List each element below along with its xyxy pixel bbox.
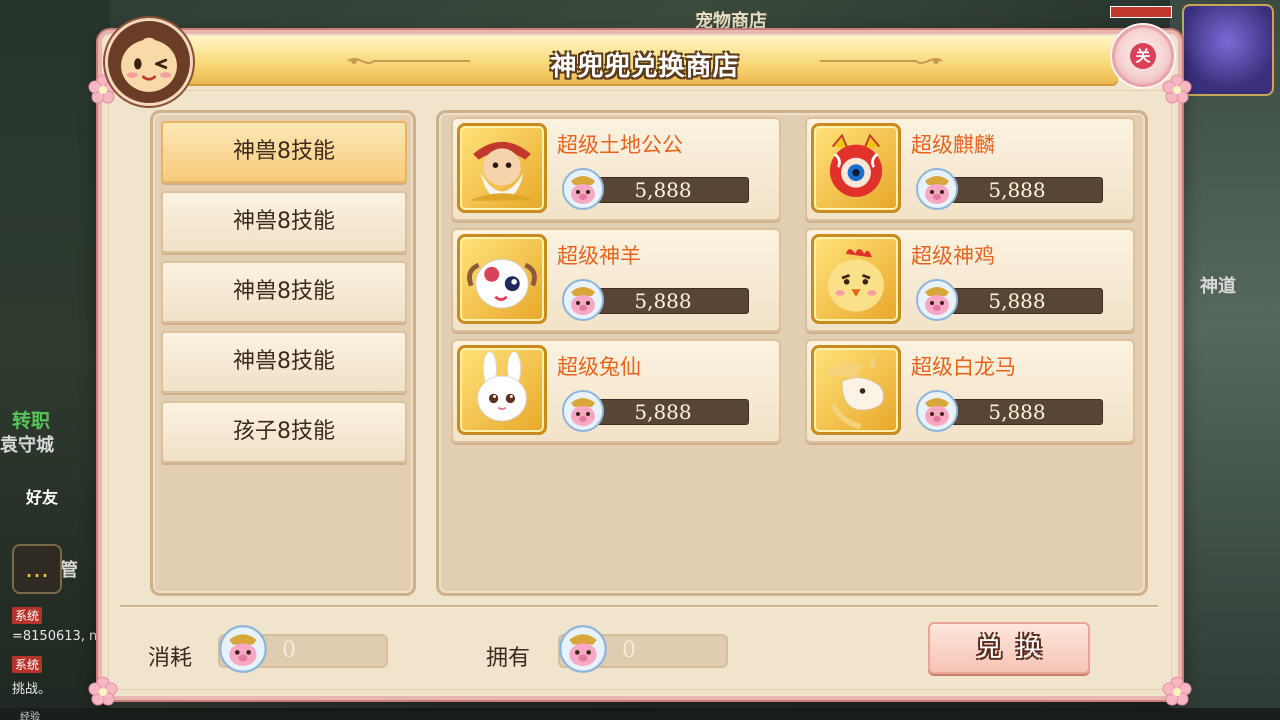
exchange-button[interactable]: 兑换	[928, 622, 1090, 674]
price-bar: 5,888	[937, 399, 1103, 425]
item-name: 超级白龙马	[911, 355, 1016, 379]
price-bar: 5,888	[583, 177, 749, 203]
exp-label: 经验	[20, 712, 40, 720]
blossom-icon	[88, 676, 118, 706]
title-ornament-icon	[820, 58, 943, 64]
player-portrait[interactable]	[1182, 4, 1274, 96]
items-panel: 超级土地公公 5,888 超级麒麟 5,888 超级神羊 5,888 超级神鸡 …	[436, 110, 1148, 596]
category-tab[interactable]: 神兽8技能	[161, 331, 407, 393]
rooster-icon	[811, 234, 901, 324]
item-price: 5,888	[988, 178, 1046, 202]
close-icon: 关	[1130, 43, 1156, 69]
item-name: 超级兔仙	[557, 355, 641, 379]
mascot-avatar	[105, 18, 193, 106]
category-panel: 神兽8技能 神兽8技能 神兽8技能 神兽8技能 孩子8技能	[150, 110, 416, 596]
exchange-shop-window: 神兜兜兑换商店 关 神兽8技能 神兽8技能 神兽8技能 神兽8技能 孩子8技能	[88, 18, 1192, 706]
item-card[interactable]: 超级土地公公 5,888	[451, 117, 781, 221]
item-name: 超级麒麟	[911, 133, 995, 157]
npc-name-label: 袁守城	[0, 435, 54, 456]
game-background-right	[1170, 0, 1280, 720]
own-value-box: 0	[558, 625, 728, 673]
category-tab[interactable]: 神兽8技能	[161, 191, 407, 253]
close-button[interactable]: 关	[1112, 25, 1174, 87]
pig-coin-icon	[916, 390, 958, 432]
item-card[interactable]: 超级神鸡 5,888	[805, 228, 1135, 332]
chat-challenge-line: 挑战。	[12, 682, 52, 697]
item-card[interactable]: 超级神羊 5,888	[451, 228, 781, 332]
item-name: 超级土地公公	[557, 133, 683, 157]
earth-god-icon	[457, 123, 547, 213]
qilin-icon	[811, 123, 901, 213]
window-title: 神兜兜兑换商店	[550, 52, 740, 82]
blossom-icon	[1162, 74, 1192, 104]
sheep-icon	[457, 234, 547, 324]
pig-coin-icon	[562, 168, 604, 210]
pig-coin-icon	[219, 625, 267, 673]
pig-coin-icon	[916, 168, 958, 210]
price-bar: 5,888	[937, 288, 1103, 314]
pig-coin-icon	[559, 625, 607, 673]
category-tab[interactable]: 神兽8技能	[161, 121, 407, 183]
title-bar: 神兜兜兑换商店	[172, 36, 1118, 86]
cost-value: 0	[282, 638, 296, 663]
item-price: 5,888	[988, 400, 1046, 424]
price-bar: 5,888	[583, 399, 749, 425]
friend-button[interactable]: 好友	[26, 484, 58, 508]
road-label: 神道	[1200, 276, 1236, 297]
category-tab[interactable]: 神兽8技能	[161, 261, 407, 323]
item-name: 超级神羊	[557, 244, 641, 268]
manage-label: 管	[60, 560, 78, 581]
system-badge: 系统	[12, 656, 43, 673]
chat-system-line: 系统	[12, 656, 46, 673]
own-label: 拥有	[486, 646, 531, 671]
system-badge: 系统	[12, 607, 43, 624]
pig-coin-icon	[562, 390, 604, 432]
pig-coin-icon	[562, 279, 604, 321]
blossom-icon	[1162, 676, 1192, 706]
mascot-face-icon	[121, 37, 177, 92]
footer-divider	[120, 605, 1158, 608]
item-price: 5,888	[634, 289, 692, 313]
chat-uid-line: =8150613, n	[12, 629, 98, 644]
price-bar: 5,888	[583, 288, 749, 314]
cost-value-box: 0	[218, 625, 388, 673]
item-name: 超级神鸡	[911, 244, 995, 268]
item-card[interactable]: 超级兔仙 5,888	[451, 339, 781, 443]
job-change-label[interactable]: 转职	[12, 406, 50, 433]
item-card[interactable]: 超级麒麟 5,888	[805, 117, 1135, 221]
chat-line: 系统	[12, 607, 46, 624]
cost-label: 消耗	[148, 646, 193, 671]
item-price: 5,888	[988, 289, 1046, 313]
chat-icon[interactable]: …	[12, 544, 62, 594]
pig-coin-icon	[916, 279, 958, 321]
item-price: 5,888	[634, 178, 692, 202]
item-card[interactable]: 超级白龙马 5,888	[805, 339, 1135, 443]
hp-bar	[1110, 6, 1172, 18]
white-dragon-horse-icon	[811, 345, 901, 435]
price-bar: 5,888	[937, 177, 1103, 203]
rabbit-icon	[457, 345, 547, 435]
exp-bar: 经验	[0, 708, 1280, 720]
own-value: 0	[622, 638, 636, 663]
category-tab[interactable]: 孩子8技能	[161, 401, 407, 463]
item-price: 5,888	[634, 400, 692, 424]
